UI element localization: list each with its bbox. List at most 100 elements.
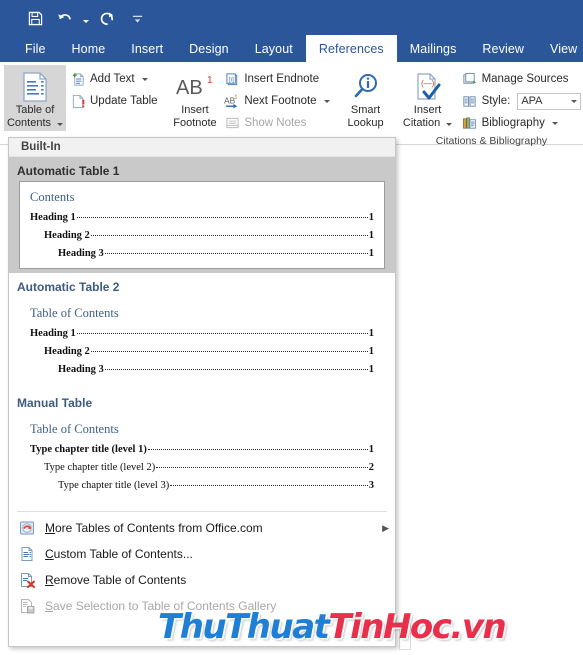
toc-leader-dots xyxy=(76,333,368,334)
add-text-caret-icon[interactable] xyxy=(141,77,148,81)
save-selection-icon xyxy=(17,597,37,615)
toc-entry-page: 3 xyxy=(368,480,374,491)
bibliography-label: Bibliography xyxy=(481,117,545,129)
update-table-button[interactable]: Update Table xyxy=(66,90,162,112)
save-icon[interactable] xyxy=(20,5,50,31)
gallery-item-automatic-table-2[interactable]: Automatic Table 2 Table of Contents Head… xyxy=(9,273,395,389)
next-footnote-caret-icon[interactable] xyxy=(323,99,330,103)
manage-sources-button[interactable]: Manage Sources xyxy=(458,68,583,90)
toc-preview-entry: Heading 1 1 xyxy=(30,212,374,223)
menu-item-custom-table-of-contents[interactable]: Custom Table of Contents... xyxy=(9,541,395,567)
toc-entry-page: 1 xyxy=(368,364,374,375)
gallery-item-3-preview: Table of Contents Type chapter title (le… xyxy=(19,413,385,501)
add-text-icon xyxy=(70,71,86,87)
next-footnote-label: Next Footnote xyxy=(244,95,317,107)
ribbon-group-table-of-contents: Table of Contents Add Text Update Table xyxy=(0,62,166,145)
style-selector[interactable]: Style: APA xyxy=(458,90,583,112)
smart-lookup-icon xyxy=(351,70,381,104)
ribbon-tab-strip: File Home Insert Design Layout Reference… xyxy=(0,35,583,62)
smart-lookup-button[interactable]: Smart Lookup xyxy=(342,65,390,131)
insert-citation-label-line2: Citation xyxy=(402,116,441,129)
toc-leader-dots xyxy=(90,235,368,236)
submenu-arrow-icon: ▶ xyxy=(382,522,389,533)
bibliography-button[interactable]: Bibliography xyxy=(458,112,583,134)
toc-entry-text: Type chapter title (level 1) xyxy=(30,444,147,455)
toc-preview-entry: Heading 2 1 xyxy=(30,230,374,241)
next-footnote-button[interactable]: AB 1 Next Footnote xyxy=(220,90,333,112)
toc-preview-entry: Heading 1 1 xyxy=(30,328,374,339)
manage-sources-label: Manage Sources xyxy=(481,73,569,85)
ribbon-group-citations-bibliography: (—) Insert Citation Manage Sources Style… xyxy=(394,62,583,147)
redo-icon[interactable] xyxy=(92,5,122,31)
toc-entry-text: Heading 2 xyxy=(44,346,90,357)
tab-review[interactable]: Review xyxy=(469,35,537,62)
table-of-contents-caret-icon[interactable] xyxy=(57,122,64,126)
toc-entry-page: 1 xyxy=(368,346,374,357)
insert-endnote-button[interactable]: [i] Insert Endnote xyxy=(220,68,333,90)
menu-item-more-tables-from-office[interactable]: More Tables of Contents from Office.com … xyxy=(9,515,395,541)
toc-preview-entry: Type chapter title (level 3) 3 xyxy=(30,480,374,491)
add-text-button[interactable]: Add Text xyxy=(66,68,162,90)
style-caret-icon[interactable] xyxy=(571,99,578,103)
bibliography-icon xyxy=(462,115,478,131)
bibliography-caret-icon[interactable] xyxy=(551,121,558,125)
gallery-item-2-preview-title: Table of Contents xyxy=(30,306,119,320)
toc-entry-text: Type chapter title (level 3) xyxy=(58,480,170,491)
table-of-contents-label-line1: Table of xyxy=(15,104,55,116)
tab-insert[interactable]: Insert xyxy=(118,35,176,62)
gallery-divider xyxy=(17,511,387,512)
toc-leader-dots xyxy=(156,467,368,468)
gallery-item-3-preview-title: Table of Contents xyxy=(30,422,119,436)
toc-leader-dots xyxy=(76,217,368,218)
toc-entry-text: Heading 3 xyxy=(58,364,104,375)
svg-text:1: 1 xyxy=(207,75,213,86)
citations-small-buttons: Manage Sources Style: APA Bibliography xyxy=(458,65,583,134)
insert-citation-caret-icon[interactable] xyxy=(446,122,453,126)
tab-layout[interactable]: Layout xyxy=(242,35,306,62)
svg-text:[i]: [i] xyxy=(229,76,234,83)
update-table-icon xyxy=(70,93,86,109)
toc-leader-dots xyxy=(104,369,368,370)
toc-preview-entry: Type chapter title (level 1) 1 xyxy=(30,444,374,455)
insert-footnote-label-line1: Insert xyxy=(181,104,209,116)
tab-design[interactable]: Design xyxy=(176,35,242,62)
insert-citation-button[interactable]: (—) Insert Citation xyxy=(398,65,458,134)
style-combobox[interactable]: APA xyxy=(517,92,582,110)
insert-footnote-button[interactable]: AB 1 Insert Footnote xyxy=(170,65,221,134)
tab-references[interactable]: References xyxy=(305,35,397,62)
show-notes-label: Show Notes xyxy=(244,117,307,129)
show-notes-icon xyxy=(224,115,240,131)
customize-quick-access-icon[interactable] xyxy=(122,5,152,31)
gallery-item-1-name: Automatic Table 1 xyxy=(17,164,120,178)
watermark-part-1: ThuThuat xyxy=(158,607,330,647)
ribbon: Table of Contents Add Text Update Table … xyxy=(0,62,583,147)
toc-entry-text: Heading 3 xyxy=(58,248,104,259)
toc-small-buttons: Add Text Update Table xyxy=(66,65,162,131)
table-of-contents-gallery-dropdown: Built-In Automatic Table 1 Contents Head… xyxy=(8,137,396,647)
table-of-contents-icon xyxy=(22,70,48,104)
footnote-small-buttons: [i] Insert Endnote AB 1 Next Footnote Sh… xyxy=(220,65,333,134)
gallery-item-manual-table[interactable]: Manual Table Table of Contents Type chap… xyxy=(9,389,395,505)
tab-file[interactable]: File xyxy=(12,35,59,62)
menu-item-remove-table-of-contents[interactable]: Remove Table of Contents xyxy=(9,567,395,593)
undo-dropdown-caret-icon[interactable] xyxy=(80,5,92,31)
gallery-header-built-in: Built-In xyxy=(9,138,395,157)
show-notes-button[interactable]: Show Notes xyxy=(220,112,333,134)
gallery-item-automatic-table-1[interactable]: Automatic Table 1 Contents Heading 1 1 H… xyxy=(9,157,395,273)
insert-citation-icon: (—) xyxy=(414,70,442,104)
tab-mailings[interactable]: Mailings xyxy=(397,35,470,62)
word-application-window: 1.4 - Cơ cấu tổ chức File Home Insert De… xyxy=(0,0,583,655)
table-of-contents-button[interactable]: Table of Contents xyxy=(4,65,66,131)
manage-sources-icon xyxy=(462,71,478,87)
insert-endnote-label: Insert Endnote xyxy=(244,73,320,85)
gallery-item-2-name: Automatic Table 2 xyxy=(17,280,120,294)
undo-icon[interactable] xyxy=(50,5,80,31)
toc-entry-text: Heading 2 xyxy=(44,230,90,241)
tab-home[interactable]: Home xyxy=(59,35,119,62)
gallery-item-1-preview: Contents Heading 1 1 Heading 2 1 Heading… xyxy=(19,181,385,269)
toc-leader-dots xyxy=(147,449,368,450)
smart-lookup-label-line2: Lookup xyxy=(347,116,384,129)
add-text-label: Add Text xyxy=(90,73,135,85)
tab-view[interactable]: View xyxy=(537,35,583,62)
citations-group-label: Citations & Bibliography xyxy=(435,135,548,147)
